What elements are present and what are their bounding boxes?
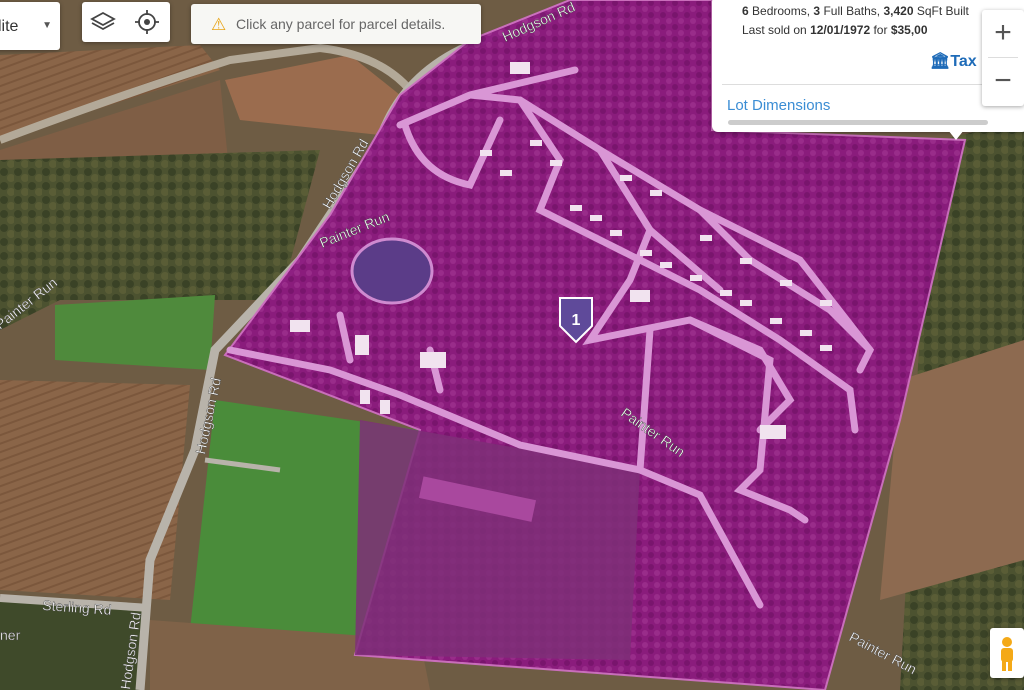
bank-icon: 🏛 (930, 53, 951, 70)
bedrooms-value: 6 (742, 4, 749, 18)
field-bottom-left (0, 380, 190, 600)
sold-price: $35,00 (890, 23, 928, 37)
pond (350, 237, 434, 305)
hint-text: Click any parcel for parcel details. (236, 16, 446, 32)
sqft-value: 3,420 (883, 4, 914, 18)
popup-pointer (948, 130, 964, 140)
popup-scrollbar[interactable] (728, 120, 988, 125)
sold-date: 12/01/1972 (810, 23, 871, 37)
parcel-hint-banner: ⚠ Click any parcel for parcel details. (191, 4, 481, 44)
road-label-edge-fragment: ner (0, 627, 21, 643)
sold-prefix: Last sold on (742, 23, 807, 37)
zoom-out-button[interactable]: − (982, 58, 1024, 104)
locate-icon[interactable] (132, 7, 162, 37)
bedrooms-label: Bedrooms, (752, 4, 811, 18)
popup-divider (722, 84, 1018, 85)
pegman-icon (1001, 637, 1013, 671)
zoom-in-button[interactable]: + (982, 10, 1024, 56)
layers-icon[interactable] (88, 7, 118, 37)
baths-value: 3 (813, 4, 821, 18)
baths-label: Full Baths, (823, 4, 881, 18)
basemap-selected-label: lite (0, 18, 19, 35)
lawn-left (55, 295, 215, 370)
map-tools (82, 2, 170, 42)
chevron-down-icon: ▼ (42, 20, 52, 31)
tax-link[interactable]: 🏛Tax (930, 51, 977, 71)
zoom-control: + − (982, 10, 1024, 106)
marker-label: 1 (572, 312, 581, 329)
sale-history: Last sold on 12/01/1972 for $35,00 (742, 23, 928, 37)
property-facts: 6 Bedrooms, 3 Full Baths, 3,420 SqFt Bui… (742, 4, 969, 18)
tax-label: Tax (950, 53, 977, 70)
parcel-info-popup: 6 Bedrooms, 3 Full Baths, 3,420 SqFt Bui… (712, 0, 1024, 140)
sold-for: for (873, 23, 888, 37)
built-label: Built (945, 4, 969, 18)
warning-icon: ⚠ (211, 15, 227, 34)
lot-dimensions-link[interactable]: Lot Dimensions (727, 97, 830, 114)
basemap-select[interactable]: lite ▼ (0, 2, 60, 50)
street-view-pegman[interactable] (990, 628, 1024, 678)
sqft-label: SqFt (916, 4, 943, 18)
